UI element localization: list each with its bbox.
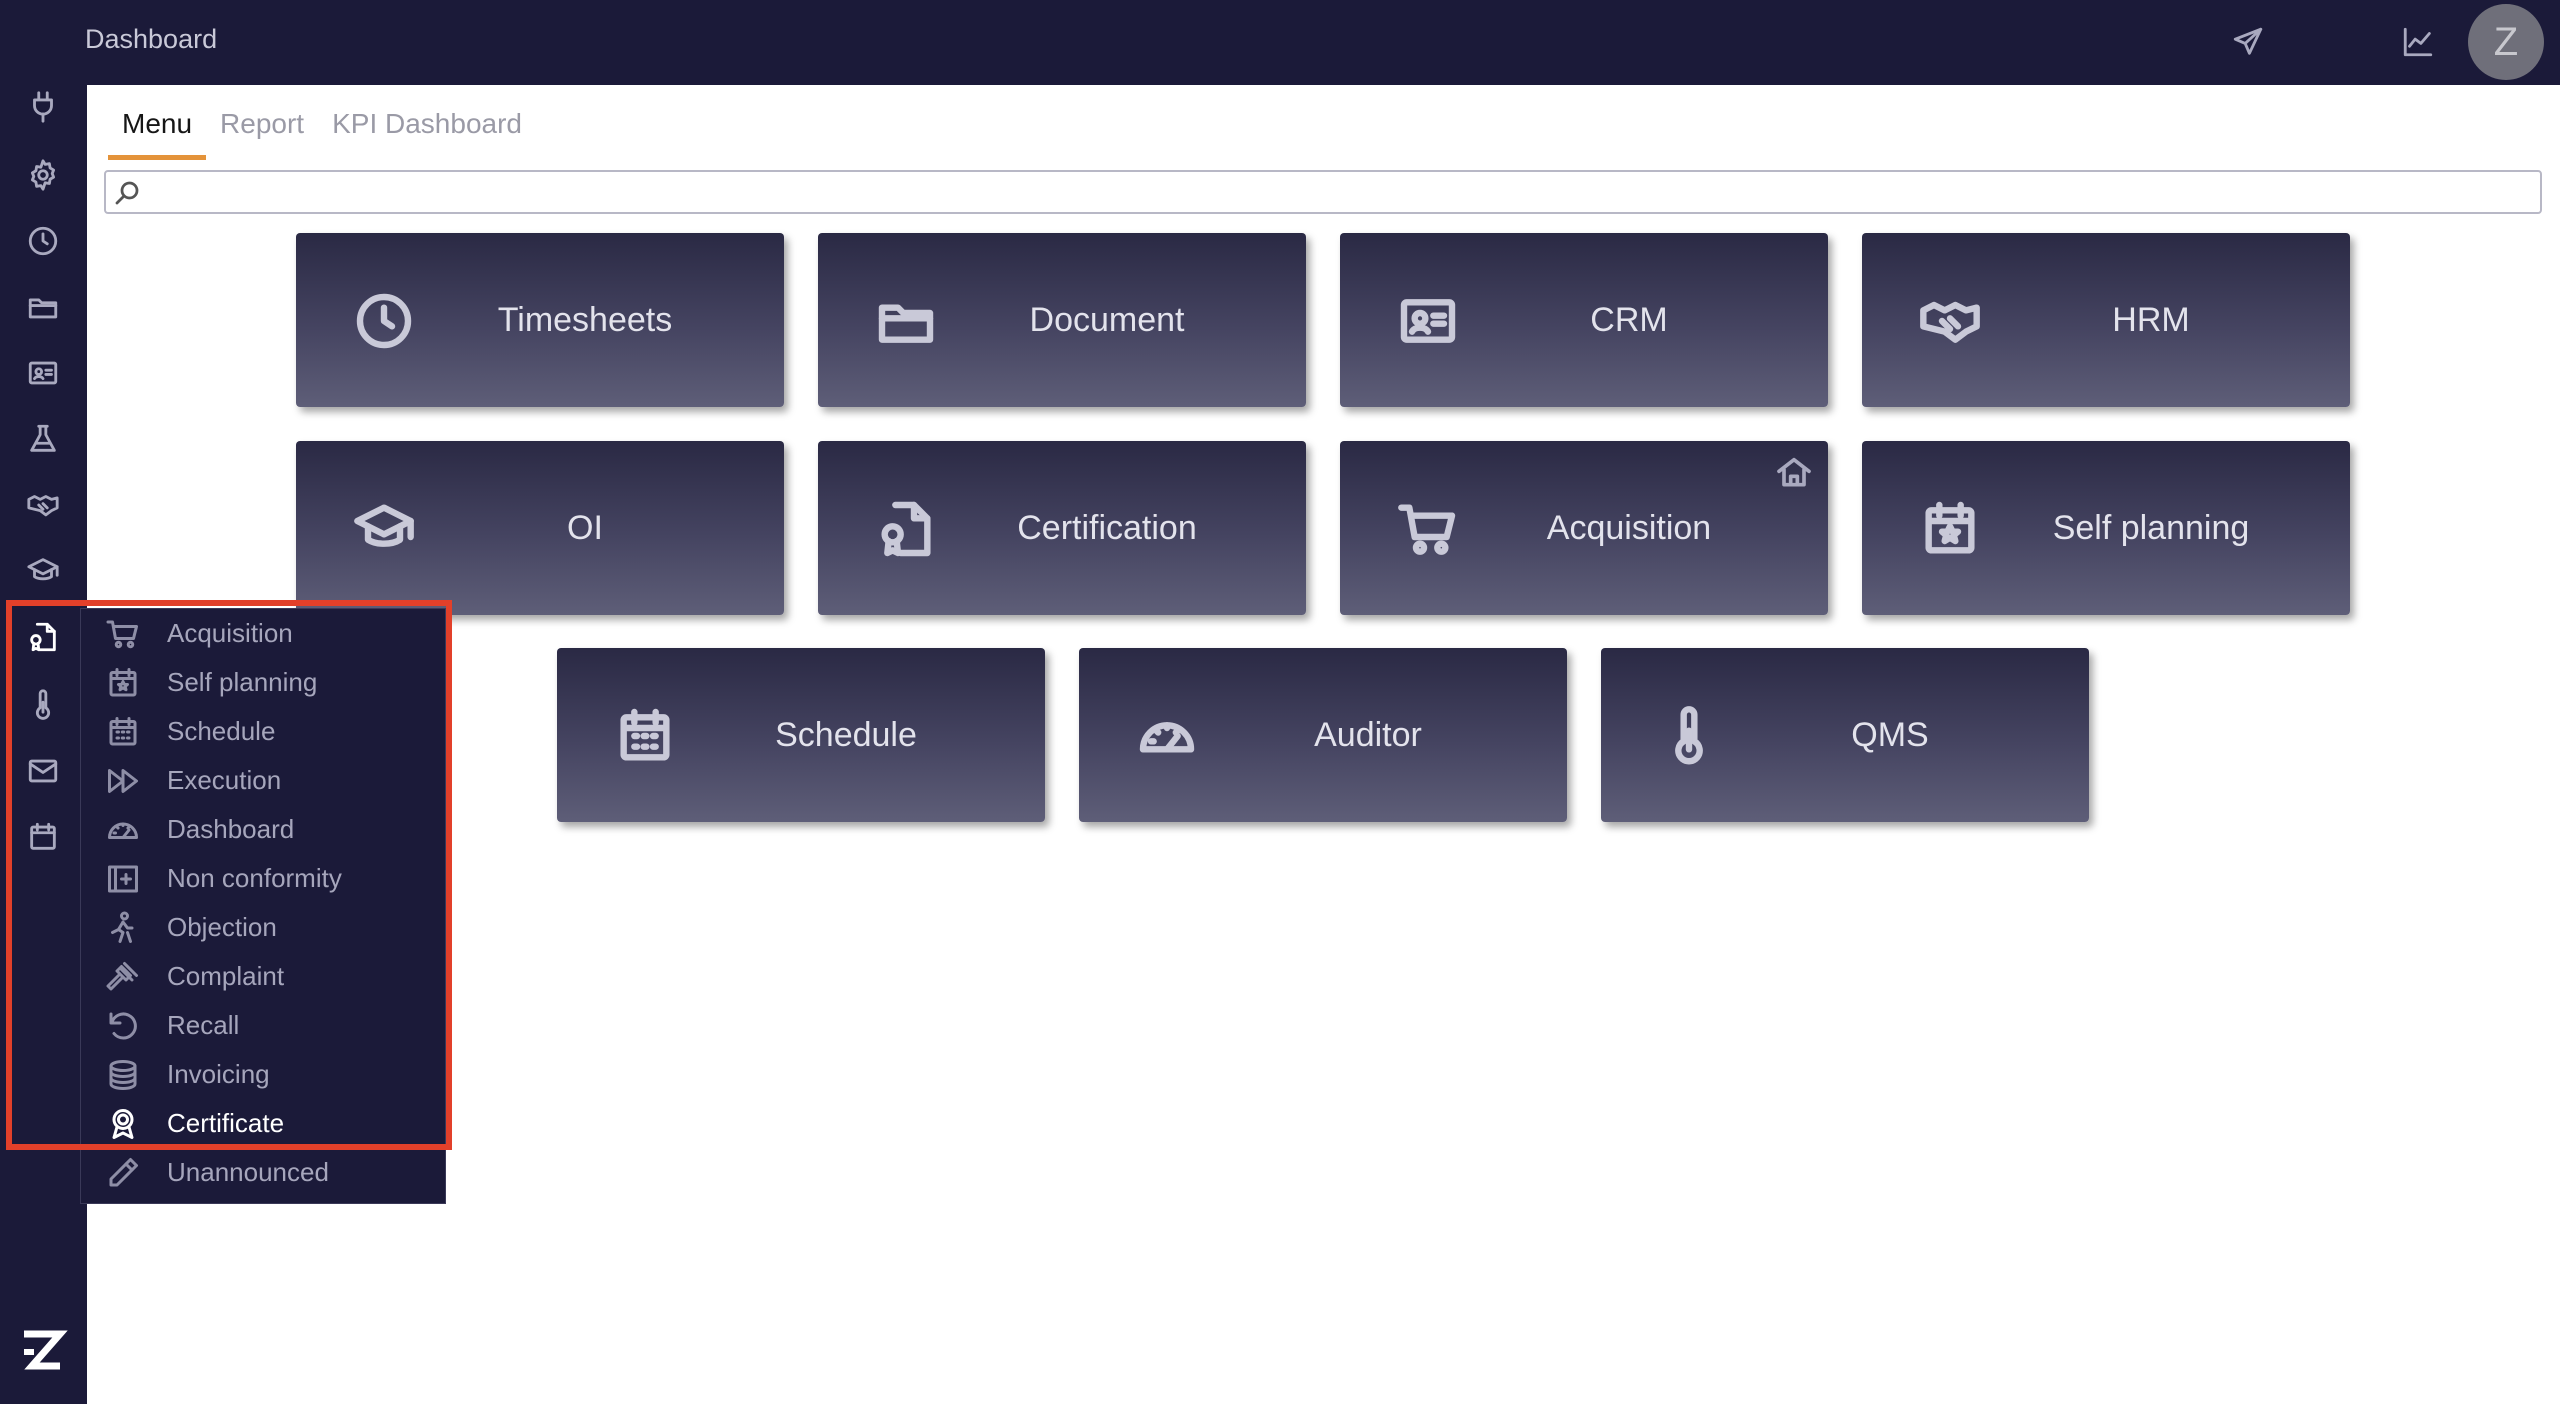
flask-icon[interactable] — [24, 420, 62, 458]
avatar[interactable]: Z — [2468, 4, 2544, 80]
tile-schedule[interactable]: Schedule — [557, 648, 1045, 822]
submenu-item-label: Schedule — [167, 716, 276, 746]
graduation-cap-icon[interactable] — [24, 552, 62, 590]
tile-document[interactable]: Document — [818, 233, 1306, 407]
pen-icon — [103, 1153, 143, 1193]
tile-qms[interactable]: QMS — [1601, 648, 2089, 822]
tab-kpi-dashboard[interactable]: KPI Dashboard — [318, 100, 536, 160]
folder-icon[interactable] — [24, 288, 62, 326]
app-logo[interactable] — [18, 1326, 68, 1378]
submenu-item-self-planning[interactable]: Self planning — [81, 658, 447, 707]
calendar-star-icon — [103, 663, 143, 703]
submenu-item-label: Execution — [167, 765, 282, 795]
plus-square-icon — [103, 859, 143, 899]
submenu-item-dashboard[interactable]: Dashboard — [81, 805, 447, 854]
plug-icon[interactable] — [24, 88, 62, 126]
submenu-item-invoicing[interactable]: Invoicing — [81, 1050, 447, 1099]
tile-label: HRM — [2112, 300, 2190, 339]
thermometer-icon[interactable] — [24, 686, 62, 724]
submenu-item-label: Recall — [167, 1010, 240, 1040]
tile-label: Timesheets — [497, 300, 673, 339]
submenu-item-label: Certificate — [167, 1108, 285, 1138]
mail-icon[interactable] — [24, 752, 62, 790]
submenu-item-certificate[interactable]: Certificate — [81, 1099, 447, 1148]
certificate-file-icon[interactable] — [24, 618, 62, 656]
tile-certification[interactable]: Certification — [818, 441, 1306, 615]
submenu-item-label: Unannounced — [167, 1157, 329, 1187]
submenu-item-label: Acquisition — [167, 618, 293, 648]
tab-bar: Menu Report KPI Dashboard — [108, 100, 536, 160]
submenu-item-execution[interactable]: Execution — [81, 756, 447, 805]
fast-forward-icon — [103, 761, 143, 801]
tile-hrm[interactable]: HRM — [1862, 233, 2350, 407]
submenu-item-objection[interactable]: Objection — [81, 903, 447, 952]
tile-crm[interactable]: CRM — [1340, 233, 1828, 407]
tile-label: Acquisition — [1546, 508, 1712, 547]
gavel-icon — [103, 957, 143, 997]
calendar-grid-icon — [103, 712, 143, 752]
tile-label: OI — [567, 508, 603, 547]
walking-person-icon — [103, 908, 143, 948]
id-card-icon[interactable] — [24, 354, 62, 392]
cart-icon — [103, 614, 143, 654]
tile-label: CRM — [1590, 300, 1668, 339]
submenu-item-label: Complaint — [167, 961, 285, 991]
top-bar: Dashboard Z — [0, 0, 2560, 85]
gear-icon[interactable] — [24, 156, 62, 194]
tile-label: Self planning — [2052, 508, 2250, 547]
tile-label: Schedule — [775, 715, 917, 754]
tile-label: Auditor — [1314, 715, 1422, 754]
submenu-item-label: Invoicing — [167, 1059, 270, 1089]
tile-self-planning[interactable]: Self planning — [1862, 441, 2350, 615]
submenu-item-unannounced[interactable]: Unannounced — [81, 1148, 447, 1197]
submenu-item-label: Self planning — [167, 667, 318, 697]
submenu-item-complaint[interactable]: Complaint — [81, 952, 447, 1001]
tile-label: QMS — [1851, 715, 1929, 754]
tile-label: Document — [1029, 300, 1185, 339]
send-icon[interactable] — [2228, 22, 2268, 62]
submenu-item-acquisition[interactable]: Acquisition — [81, 609, 447, 658]
certification-submenu: Acquisition Self planning Schedule Execu… — [80, 608, 446, 1204]
left-sidebar — [0, 0, 87, 1404]
clock-icon[interactable] — [24, 222, 62, 260]
tab-report[interactable]: Report — [206, 100, 318, 160]
tile-oi[interactable]: OI — [296, 441, 784, 615]
calendar-icon[interactable] — [24, 818, 62, 856]
submenu-item-label: Objection — [167, 912, 277, 942]
search-input[interactable] — [104, 170, 2542, 214]
submenu-item-label: Non conformity — [167, 863, 342, 893]
submenu-item-recall[interactable]: Recall — [81, 1001, 447, 1050]
tab-menu[interactable]: Menu — [108, 100, 207, 160]
tile-label: Certification — [1017, 508, 1197, 547]
coins-icon — [103, 1055, 143, 1095]
submenu-item-non-conformity[interactable]: Non conformity — [81, 854, 447, 903]
tile-auditor[interactable]: Auditor — [1079, 648, 1567, 822]
submenu-item-schedule[interactable]: Schedule — [81, 707, 447, 756]
page-title: Dashboard — [85, 24, 218, 54]
chart-line-icon[interactable] — [2398, 22, 2438, 62]
search-icon — [115, 181, 139, 205]
tile-acquisition[interactable]: Acquisition — [1340, 441, 1828, 615]
submenu-item-label: Dashboard — [167, 814, 295, 844]
tile-timesheets[interactable]: Timesheets — [296, 233, 784, 407]
handshake-icon[interactable] — [24, 486, 62, 524]
gauge-icon — [103, 810, 143, 850]
award-icon — [103, 1104, 143, 1144]
home-icon[interactable] — [1774, 453, 1814, 493]
undo-icon — [103, 1006, 143, 1046]
